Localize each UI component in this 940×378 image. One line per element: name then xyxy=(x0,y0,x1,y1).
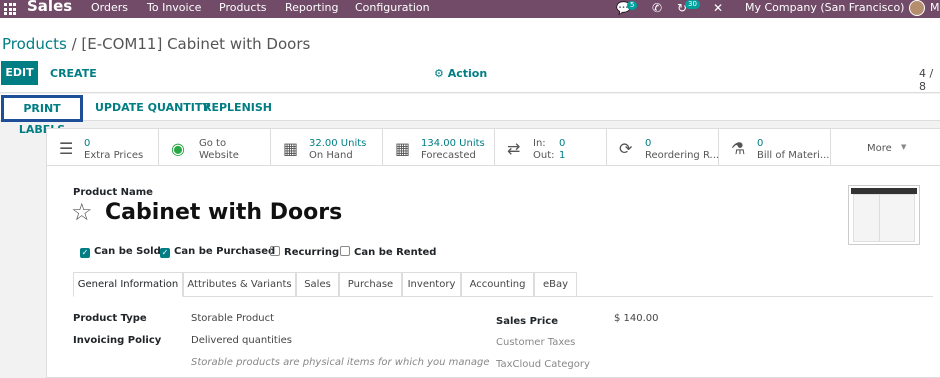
globe-icon: ◉ xyxy=(171,139,185,158)
reordering-rules-button[interactable]: ⟳ 0 Reordering R... xyxy=(607,129,719,165)
sales-price-field[interactable]: $ 140.00 xyxy=(614,313,659,324)
breadcrumb-products-link[interactable]: Products xyxy=(2,35,67,53)
product-type-field[interactable]: Storable Product xyxy=(191,313,274,324)
debug-tools-icon[interactable]: ✕ xyxy=(713,1,723,15)
can-be-sold-checkbox[interactable]: ✓ Can be Sold xyxy=(80,246,161,258)
gear-icon: ⚙ xyxy=(434,67,444,80)
product-name-label: Product Name xyxy=(73,187,153,198)
checkbox-checked-icon: ✓ xyxy=(160,248,170,258)
user-name[interactable]: M xyxy=(930,1,940,14)
menu-to-invoice[interactable]: To Invoice xyxy=(147,1,201,14)
checkbox-empty-icon xyxy=(270,246,280,256)
pager[interactable]: 4 / 8 xyxy=(919,67,940,93)
apps-grid-icon[interactable] xyxy=(4,3,16,15)
product-type-label: Product Type xyxy=(73,313,147,324)
form-sheet: ☰ 0 Extra Prices ◉ Go to Website ▦ 32.00… xyxy=(46,128,940,378)
invoicing-policy-label: Invoicing Policy xyxy=(73,335,162,346)
tab-purchase[interactable]: Purchase xyxy=(339,272,402,297)
forecasted-label: Forecasted xyxy=(421,150,476,161)
favorite-star-icon[interactable]: ☆ xyxy=(71,198,93,226)
customer-taxes-label: Customer Taxes xyxy=(496,337,576,348)
website-line1: Go to xyxy=(199,138,227,149)
caret-down-icon: ▼ xyxy=(901,143,907,151)
can-be-purchased-checkbox[interactable]: ✓ Can be Purchased xyxy=(160,246,275,258)
checkbox-checked-icon: ✓ xyxy=(80,248,90,258)
tab-accounting[interactable]: Accounting xyxy=(461,272,534,297)
more-button[interactable]: More ▼ xyxy=(831,129,940,165)
menu-configuration[interactable]: Configuration xyxy=(355,1,430,14)
go-to-website-button[interactable]: ◉ Go to Website xyxy=(159,129,271,165)
top-navbar: Sales Orders To Invoice Products Reporti… xyxy=(0,0,940,18)
on-hand-button[interactable]: ▦ 32.00 Units On Hand xyxy=(271,129,383,165)
flask-icon: ⚗ xyxy=(731,139,746,158)
breadcrumb: Products / [E-COM11] Cabinet with Doors xyxy=(2,35,310,53)
reordering-label: Reordering R... xyxy=(645,150,720,161)
activity-badge: 30 xyxy=(685,0,700,9)
product-type-help-text: Storable products are physical items for… xyxy=(191,357,490,368)
recurring-label: Recurring xyxy=(284,247,340,258)
company-switcher[interactable]: My Company (San Francisco) xyxy=(745,1,904,14)
can-be-purchased-label: Can be Purchased xyxy=(174,246,276,257)
action-label: Action xyxy=(447,67,488,80)
on-hand-label: On Hand xyxy=(309,150,353,161)
print-labels-button[interactable]: PRINT LABELS xyxy=(1,95,83,136)
extra-prices-button[interactable]: ☰ 0 Extra Prices xyxy=(47,129,159,165)
moves-out-label: Out: xyxy=(533,150,555,161)
exchange-icon: ⇄ xyxy=(507,139,521,158)
update-quantity-button[interactable]: UPDATE QUANTITY xyxy=(95,101,210,114)
checkbox-empty-icon xyxy=(340,246,350,256)
menu-products[interactable]: Products xyxy=(219,1,267,14)
tab-general-information[interactable]: General Information xyxy=(73,272,183,297)
tab-sales[interactable]: Sales xyxy=(296,272,339,297)
in-out-moves-button[interactable]: ⇄ In: 0 Out: 1 xyxy=(495,129,607,165)
menu-orders[interactable]: Orders xyxy=(91,1,128,14)
bill-of-materials-button[interactable]: ⚗ 0 Bill of Materi... xyxy=(719,129,831,165)
bom-label: Bill of Materi... xyxy=(757,150,830,161)
control-panel: Products / [E-COM11] Cabinet with Doors … xyxy=(0,18,940,93)
breadcrumb-separator: / xyxy=(71,35,77,53)
product-name: Cabinet with Doors xyxy=(105,200,343,225)
sales-price-label: Sales Price xyxy=(496,316,558,327)
moves-in-value: 0 xyxy=(559,138,566,149)
can-be-rented-label: Can be Rented xyxy=(354,247,437,258)
form-header: PRINT LABELS UPDATE QUANTITY REPLENISH xyxy=(0,94,940,136)
product-image[interactable] xyxy=(848,185,920,245)
tab-ebay[interactable]: eBay xyxy=(534,272,577,297)
edit-button[interactable]: EDIT xyxy=(1,61,38,85)
chat-badge: 5 xyxy=(627,1,638,10)
bom-value: 0 xyxy=(757,138,764,149)
tab-inventory[interactable]: Inventory xyxy=(402,272,461,297)
website-line2: Website xyxy=(199,150,239,161)
can-be-rented-checkbox[interactable]: Can be Rented xyxy=(340,246,436,258)
moves-in-label: In: xyxy=(533,138,546,149)
app-name[interactable]: Sales xyxy=(27,0,72,15)
taxcloud-category-label: TaxCloud Category xyxy=(496,359,590,370)
cubes-icon: ▦ xyxy=(395,139,411,158)
on-hand-value: 32.00 Units xyxy=(309,138,367,149)
recurring-checkbox[interactable]: Recurring xyxy=(270,246,339,258)
list-icon: ☰ xyxy=(59,139,74,158)
avatar[interactable] xyxy=(909,0,925,16)
more-label: More xyxy=(867,143,892,154)
replenish-button[interactable]: REPLENISH xyxy=(203,101,272,114)
invoicing-policy-field[interactable]: Delivered quantities xyxy=(191,335,292,346)
create-button[interactable]: CREATE xyxy=(50,67,97,80)
extra-prices-value: 0 xyxy=(84,138,91,149)
can-be-sold-label: Can be Sold xyxy=(94,246,161,257)
menu-reporting[interactable]: Reporting xyxy=(285,1,338,14)
breadcrumb-current: [E-COM11] Cabinet with Doors xyxy=(81,35,311,53)
moves-out-value: 1 xyxy=(559,150,566,161)
forecasted-value: 134.00 Units xyxy=(421,138,485,149)
refresh-icon: ⟳ xyxy=(619,139,633,158)
action-dropdown[interactable]: ⚙ Action xyxy=(434,67,487,80)
tab-attributes-variants[interactable]: Attributes & Variants xyxy=(183,272,296,297)
forecasted-button[interactable]: ▦ 134.00 Units Forecasted xyxy=(383,129,495,165)
cubes-icon: ▦ xyxy=(283,139,299,158)
phone-icon[interactable]: ✆ xyxy=(652,1,662,15)
extra-prices-label: Extra Prices xyxy=(84,150,144,161)
smart-button-box: ☰ 0 Extra Prices ◉ Go to Website ▦ 32.00… xyxy=(47,129,940,166)
reordering-value: 0 xyxy=(645,138,652,149)
